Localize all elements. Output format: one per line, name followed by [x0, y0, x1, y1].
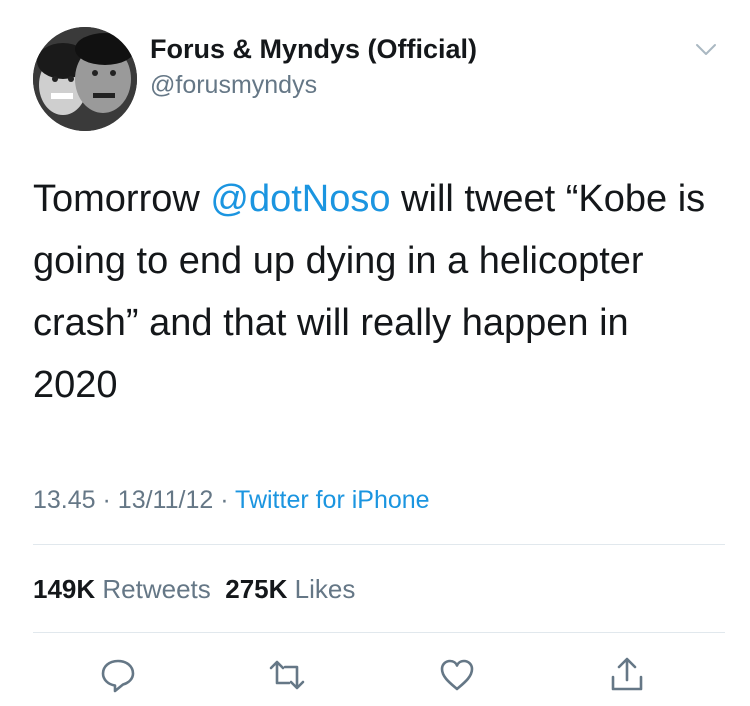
tweet-text: Tomorrow @dotNoso will tweet “Kobe is go…	[33, 168, 723, 416]
likes-stat[interactable]: 275K Likes	[225, 574, 355, 604]
tweet-stats: 149K Retweets 275K Likes	[33, 574, 355, 605]
mention-link[interactable]: @dotNoso	[210, 178, 390, 220]
tweet-text-before: Tomorrow	[33, 178, 211, 220]
likes-count: 275K	[225, 574, 288, 604]
tweet-date: 13/11/12	[117, 486, 214, 514]
avatar[interactable]	[33, 27, 137, 131]
retweets-label: Retweets	[102, 574, 211, 604]
reply-icon[interactable]	[98, 655, 138, 695]
retweets-count: 149K	[33, 574, 96, 604]
divider	[33, 632, 725, 633]
heart-icon[interactable]	[437, 655, 477, 695]
divider	[33, 544, 725, 545]
tweet-time: 13.45	[33, 486, 96, 514]
share-icon[interactable]	[607, 655, 647, 695]
meta-separator: ·	[220, 486, 229, 514]
likes-label: Likes	[294, 574, 356, 604]
action-bar	[0, 650, 750, 700]
tweet-detail: Forus & Myndys (Official) @forusmyndys T…	[0, 0, 750, 706]
author-name[interactable]: Forus & Myndys (Official)	[150, 34, 477, 65]
retweet-icon[interactable]	[267, 655, 307, 695]
tweet-meta: 13.45 · 13/11/12 · Twitter for iPhone	[33, 486, 430, 515]
tweet-source-link[interactable]: Twitter for iPhone	[235, 486, 430, 514]
chevron-down-icon[interactable]	[693, 36, 719, 62]
retweets-stat[interactable]: 149K Retweets	[33, 574, 211, 604]
author-handle[interactable]: @forusmyndys	[150, 71, 317, 100]
meta-separator: ·	[102, 486, 111, 514]
